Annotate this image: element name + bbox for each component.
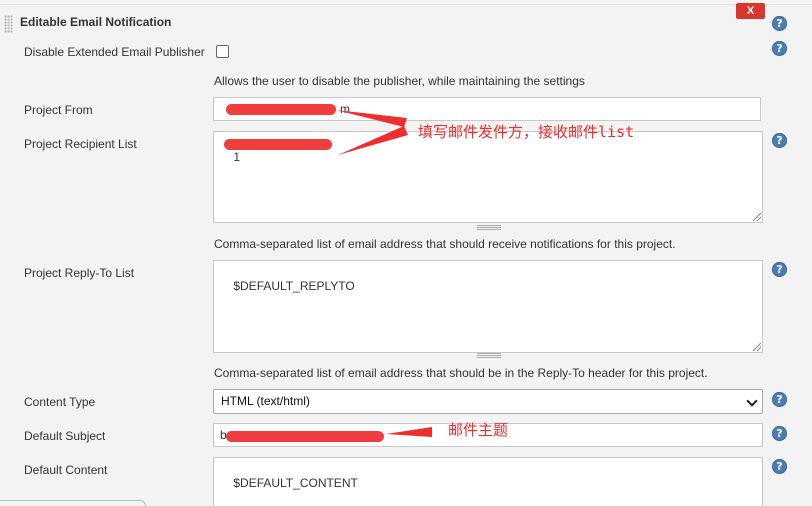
help-icon[interactable]: ? bbox=[772, 392, 787, 407]
help-icon[interactable]: ? bbox=[772, 262, 787, 277]
help-icon[interactable]: ? bbox=[772, 41, 787, 56]
top-divider bbox=[0, 0, 812, 5]
drag-handle-icon[interactable] bbox=[4, 15, 13, 33]
redaction-mark bbox=[226, 431, 384, 442]
resize-corner-icon[interactable] bbox=[753, 343, 761, 351]
help-icon[interactable]: ? bbox=[772, 16, 787, 31]
help-icon[interactable]: ? bbox=[772, 459, 787, 474]
section-title: Editable Email Notification bbox=[20, 15, 172, 29]
delete-section-button[interactable]: X bbox=[736, 3, 765, 19]
disable-publisher-description: Allows the user to disable the publisher… bbox=[214, 74, 585, 88]
help-icon[interactable]: ? bbox=[772, 426, 787, 441]
help-icon[interactable]: ? bbox=[772, 133, 787, 148]
content-type-value: HTML (text/html) bbox=[221, 394, 310, 408]
resize-grip-icon[interactable] bbox=[477, 353, 501, 358]
recipient-list-label: Project Recipient List bbox=[24, 137, 137, 151]
resize-grip-icon[interactable] bbox=[477, 225, 501, 230]
email-notification-panel: Editable Email Notification X ? ? ? ? ? … bbox=[0, 0, 812, 506]
content-type-select[interactable]: HTML (text/html) bbox=[213, 389, 763, 414]
content-type-label: Content Type bbox=[24, 395, 96, 409]
reply-to-textarea[interactable]: $DEFAULT_REPLYTO bbox=[213, 260, 763, 353]
disable-publisher-label: Disable Extended Email Publisher bbox=[24, 45, 205, 59]
recipient-list-description: Comma-separated list of email address th… bbox=[214, 237, 676, 251]
default-subject-label: Default Subject bbox=[24, 429, 106, 443]
chevron-down-icon bbox=[746, 395, 758, 407]
recipient-list-value: 1 bbox=[233, 150, 241, 164]
reply-to-description: Comma-separated list of email address th… bbox=[214, 366, 708, 380]
disable-publisher-checkbox[interactable] bbox=[216, 45, 229, 58]
default-content-textarea[interactable]: $DEFAULT_CONTENT bbox=[213, 457, 763, 506]
bottom-tab-edge bbox=[0, 500, 146, 506]
annotation-subject: 邮件主题 bbox=[448, 421, 509, 439]
reply-to-value: $DEFAULT_REPLYTO bbox=[233, 279, 355, 293]
redaction-mark bbox=[226, 104, 336, 115]
resize-corner-icon[interactable] bbox=[753, 213, 761, 221]
reply-to-label: Project Reply-To List bbox=[24, 266, 135, 280]
default-content-value: $DEFAULT_CONTENT bbox=[233, 476, 358, 490]
annotation-sender-recipient: 填写邮件发件方，接收邮件list bbox=[418, 123, 635, 141]
project-from-label: Project From bbox=[24, 103, 93, 117]
project-from-value: m bbox=[340, 102, 350, 116]
default-content-label: Default Content bbox=[24, 463, 108, 477]
redaction-mark bbox=[224, 139, 332, 150]
